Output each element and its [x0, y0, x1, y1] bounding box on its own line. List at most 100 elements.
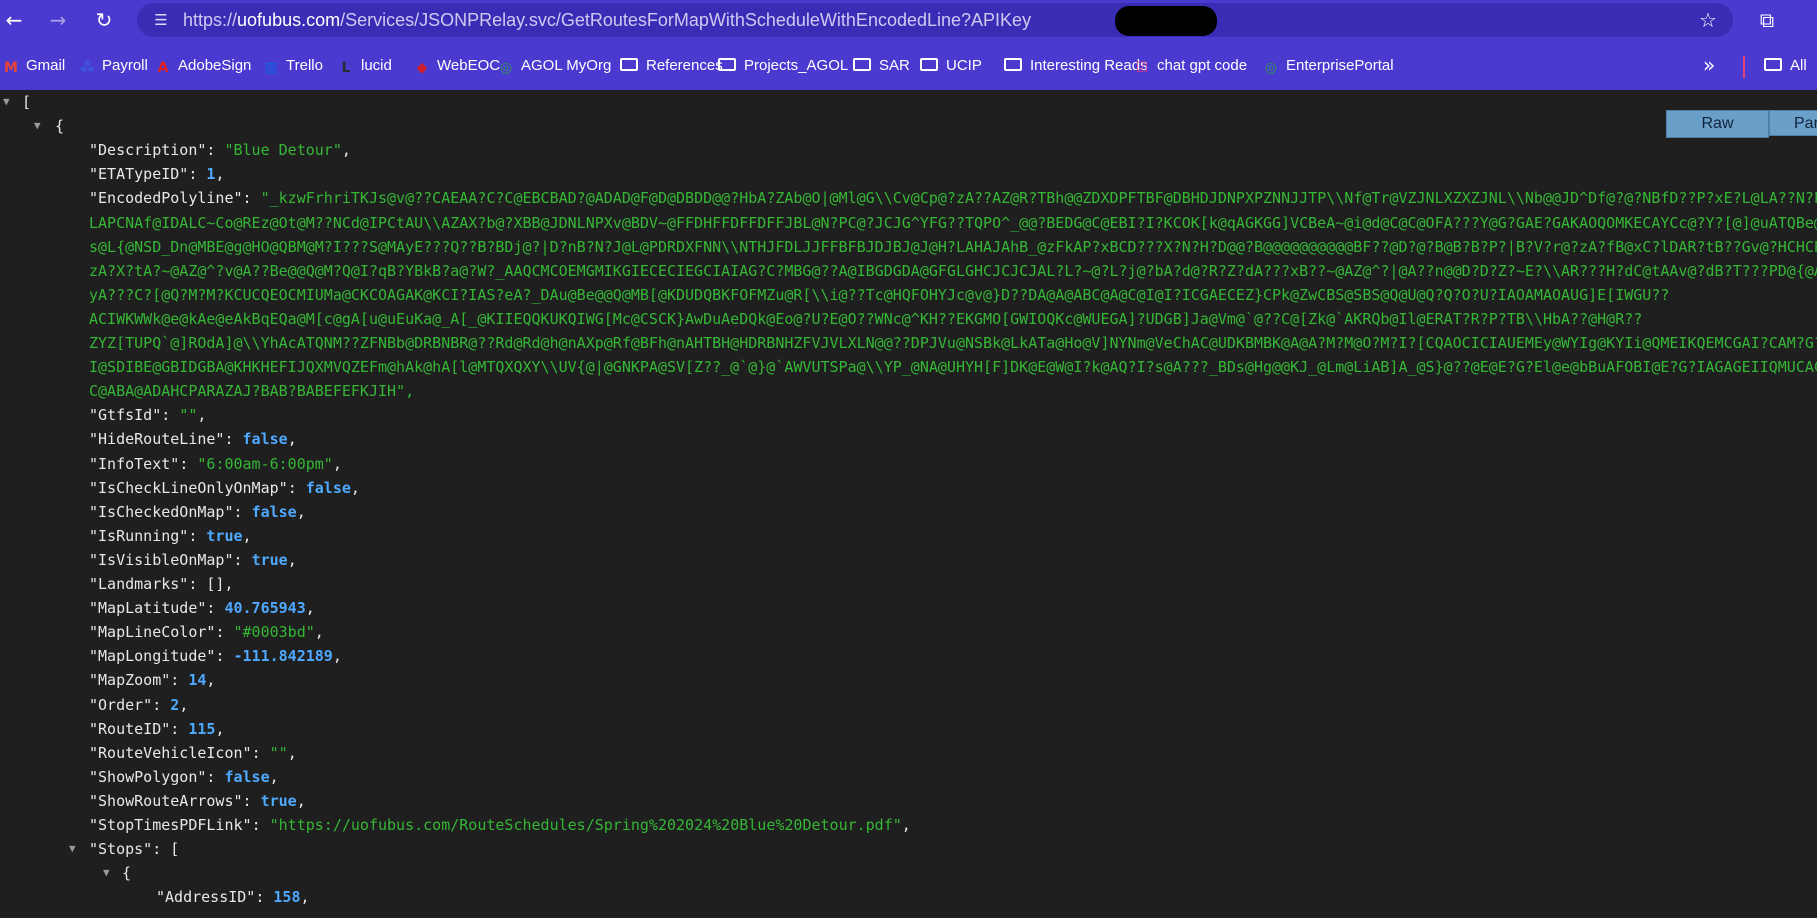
back-button[interactable]: ← — [0, 6, 28, 34]
bookmark-webeoc[interactable]: ◆ WebEOC — [413, 55, 500, 77]
collapse-toggle-icon[interactable]: ▼ — [3, 90, 10, 114]
bookmark-label: Trello — [286, 57, 323, 74]
json-viewer: Raw Par ▼[▼{"Description": "Blue Detour"… — [0, 90, 1817, 918]
bookmark-label: AdobeSign — [178, 57, 252, 74]
json-value: "" — [179, 406, 198, 425]
json-key: "MapZoom" — [89, 671, 171, 690]
raw-tab-button[interactable]: Raw — [1666, 110, 1769, 138]
bookmark-label: References — [646, 57, 723, 74]
json-value-continuation: ACIWKWWk@e@kAe@eAkBqEQa@M[c@gA[u@uEuKa@_… — [89, 307, 1642, 331]
webeoc-icon: ◆ — [416, 60, 428, 76]
bookmark-payroll[interactable]: ⁂ Payroll — [78, 55, 148, 77]
json-array-open: [ — [22, 90, 31, 114]
bookmark-ucip[interactable]: UCIP — [920, 55, 982, 77]
json-property-row: "IsVisibleOnMap": true, — [89, 550, 297, 569]
collapse-toggle-icon[interactable]: ▼ — [34, 114, 41, 138]
bookmarks-separator — [1743, 56, 1745, 78]
json-property-row: "AddressID": 158, — [156, 888, 310, 907]
json-property-row: "InfoText": "6:00am-6:00pm", — [89, 454, 342, 473]
json-property-row: "MapLineColor": "#0003bd", — [89, 623, 324, 642]
reload-button[interactable]: ↻ — [90, 6, 118, 34]
json-value-continuation: yA???C?[@Q?M?M?KCUCQEOCMIUMa@CKCOAGAK@KC… — [89, 283, 1669, 307]
folder-icon — [920, 58, 938, 71]
bookmark-trello[interactable]: ▥ Trello — [262, 55, 323, 77]
url-path: /Services/JSONPRelay.svc/GetRoutesForMap… — [340, 10, 1032, 30]
json-value: 115 — [188, 719, 216, 738]
bookmark-label: Payroll — [102, 57, 148, 74]
json-key: "MapLatitude" — [89, 599, 207, 618]
json-key: "Landmarks" — [89, 575, 189, 593]
folder-icon — [1004, 58, 1022, 71]
json-value-continuation: ZYZ[TUPQ`@]ROdA]@\\YhAcATQNM??ZFNBb@DRBN… — [89, 331, 1817, 355]
collapse-toggle-icon[interactable]: ▼ — [103, 861, 110, 885]
json-property-row: "RouteVehicleIcon": "", — [89, 743, 297, 762]
bookmark-label: Gmail — [26, 57, 66, 74]
bookmark-all-folder[interactable]: All — [1764, 55, 1807, 77]
bookmark-label: WebEOC — [437, 57, 501, 74]
bookmark-chat-gpt-code[interactable]: ☑ chat gpt code — [1133, 55, 1247, 77]
bookmark-sar[interactable]: SAR — [853, 55, 910, 77]
json-property-row: "Stops": [ — [89, 840, 180, 859]
json-property-row: "IsRunning": true, — [89, 526, 252, 545]
payroll-icon: ⁂ — [79, 60, 95, 76]
url-text[interactable]: https://uofubus.com/Services/JSONPRelay.… — [183, 3, 1031, 37]
redaction-mark — [1115, 6, 1217, 36]
json-value: ACIWKWWk@e@kAe@eAkBqEQa@M[c@gA[u@uEuKa@_… — [89, 309, 1643, 328]
bookmark-references[interactable]: References — [620, 55, 723, 77]
json-value: 158 — [273, 888, 301, 907]
json-value: "6:00am-6:00pm" — [197, 454, 333, 473]
bookmark-interesting-reads[interactable]: Interesting Reads — [1004, 55, 1148, 77]
json-property-row: "MapLongitude": -111.842189, — [89, 647, 342, 666]
site-settings-icon[interactable]: ☰ — [151, 10, 171, 30]
json-property-row: "MapZoom": 14, — [89, 671, 216, 690]
checkbox-icon: ☑ — [1135, 60, 1149, 76]
collapse-toggle-icon[interactable]: ▼ — [69, 837, 76, 861]
bookmark-adobesign[interactable]: A AdobeSign — [154, 55, 252, 77]
bookmark-projects-agol[interactable]: Projects_AGOL — [718, 55, 848, 77]
bookmark-gmail[interactable]: M Gmail — [2, 55, 65, 77]
json-key: "MapLineColor" — [89, 623, 216, 642]
json-value: 2 — [170, 695, 180, 714]
lucid-icon: L — [341, 60, 351, 76]
json-value: 1 — [206, 165, 216, 184]
json-value: true — [260, 791, 297, 810]
json-property-row: "ShowRouteArrows": true, — [89, 791, 306, 810]
bookmark-enterpriseportal[interactable]: ◎ EnterprisePortal — [1262, 55, 1394, 77]
more-bookmarks-chevron-icon[interactable]: » — [1703, 54, 1715, 76]
forward-button[interactable]: → — [44, 6, 72, 34]
folder-icon — [853, 58, 871, 71]
address-bar[interactable]: ☰ https://uofubus.com/Services/JSONPRela… — [137, 3, 1733, 37]
bookmark-star-icon[interactable]: ☆ — [1695, 7, 1721, 33]
json-property-row: "IsCheckedOnMap": false, — [89, 502, 306, 521]
json-value-continuation: I@SDIBE@GBIDGBA@KHKHEFIJQXMVQZEFm@hAk@hA… — [89, 355, 1817, 379]
json-value: "_kzwFrhriTKJs@v@??CAEAA?C?C@EBCBAD?@ADA… — [260, 189, 1817, 208]
json-property-row: "RouteID": 115, — [89, 719, 225, 738]
json-key: "RouteID" — [89, 719, 171, 738]
json-key: "AddressID" — [156, 888, 256, 907]
bookmark-lucid[interactable]: Llucid — [337, 55, 392, 77]
folder-icon — [620, 58, 638, 71]
json-key: "MapLongitude" — [89, 647, 216, 666]
json-bracket: [ — [22, 93, 32, 111]
bookmark-agol-myorg[interactable]: ◎ AGOL MyOrg — [497, 55, 611, 77]
url-scheme: https:// — [183, 10, 238, 30]
parsed-tab-button[interactable]: Par — [1769, 110, 1817, 136]
json-object-open: { — [55, 114, 64, 138]
bookmark-label: All — [1790, 57, 1807, 74]
json-value: true — [251, 550, 288, 569]
bookmark-label: AGOL MyOrg — [521, 57, 612, 74]
json-value: s@L{@NSD_Dn@MBE@g@HO@QBM@M?I???S@MAyE???… — [89, 237, 1817, 256]
extensions-icon[interactable]: ⧉ — [1753, 6, 1781, 34]
json-key: "Stops" — [89, 840, 153, 859]
json-value: "Blue Detour" — [224, 141, 342, 160]
json-key: "ShowRouteArrows" — [89, 791, 243, 810]
json-key: "IsCheckedOnMap" — [89, 502, 234, 521]
json-key: "IsRunning" — [89, 526, 189, 545]
json-value: false — [305, 478, 351, 497]
json-object-open: { — [122, 861, 131, 885]
json-key: "IsVisibleOnMap" — [89, 550, 234, 569]
browser-toolbar: ← → ↻ ☰ https://uofubus.com/Services/JSO… — [0, 0, 1817, 40]
json-value: false — [242, 430, 288, 449]
json-key: "RouteVehicleIcon" — [89, 743, 252, 762]
json-value: -111.842189 — [233, 647, 333, 666]
